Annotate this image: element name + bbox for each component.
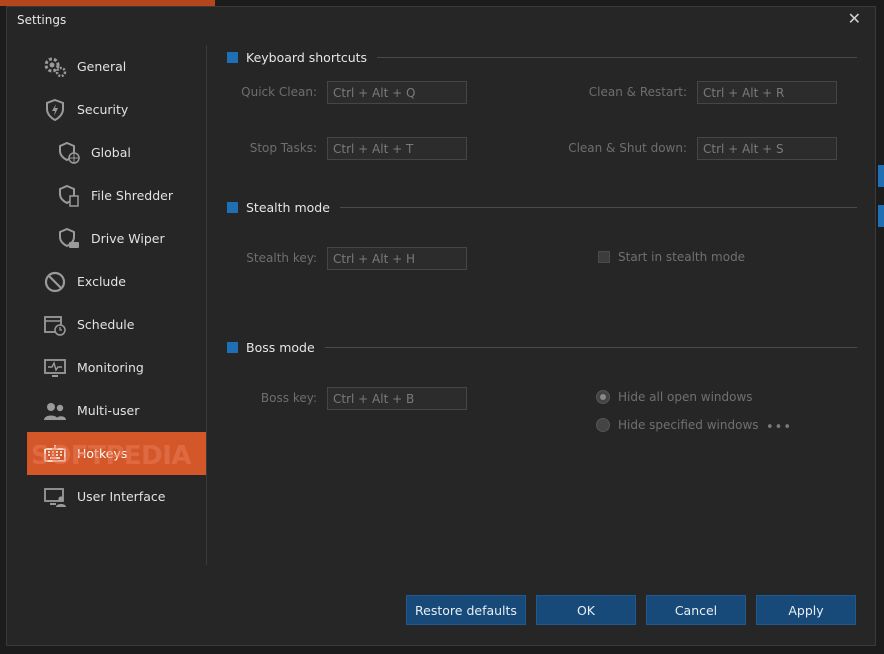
section-stealth-mode: Stealth mode: [227, 197, 857, 217]
hide-specified-windows-radio[interactable]: Hide specified windows: [596, 418, 759, 432]
section-title: Boss mode: [246, 339, 315, 355]
clean-shutdown-label: Clean & Shut down:: [568, 141, 687, 155]
sidebar-item-global[interactable]: Global: [27, 131, 207, 174]
sidebar-item-user-interface[interactable]: User Interface: [27, 475, 207, 518]
radio-dot: [596, 418, 610, 432]
section-title: Keyboard shortcuts: [246, 49, 368, 65]
gears-icon: [41, 53, 69, 81]
sidebar-item-drive-wiper[interactable]: Drive Wiper: [27, 217, 207, 260]
sidebar-item-label: Multi-user: [77, 403, 140, 418]
no-entry-icon: [41, 268, 69, 296]
stop-tasks-label: Stop Tasks:: [249, 141, 317, 155]
sidebar-item-label: File Shredder: [91, 188, 174, 203]
shield-globe-icon: [55, 139, 83, 167]
radio-label: Hide specified windows: [618, 418, 759, 432]
calendar-clock-icon: [41, 311, 69, 339]
close-icon[interactable]: ✕: [848, 9, 861, 28]
section-title: Stealth mode: [246, 199, 330, 215]
stealth-key-label: Stealth key:: [246, 251, 317, 265]
shield-drive-icon: [55, 225, 83, 253]
clean-shutdown-hotkey-field[interactable]: [697, 137, 837, 160]
monitor-user-icon: [41, 483, 69, 511]
sidebar: General Security Global File Shredder Dr…: [27, 45, 207, 518]
section-marker: [227, 51, 238, 63]
stealth-key-field[interactable]: [327, 247, 467, 270]
sidebar-divider: [206, 45, 207, 565]
sidebar-item-security[interactable]: Security: [27, 88, 207, 131]
more-options-button[interactable]: •••: [766, 420, 792, 435]
sidebar-item-exclude[interactable]: Exclude: [27, 260, 207, 303]
background-highlight: [878, 205, 884, 227]
hide-all-windows-radio[interactable]: Hide all open windows: [596, 390, 753, 404]
section-rule: [377, 56, 857, 58]
shield-bolt-icon: [41, 96, 69, 124]
keyboard-icon: [41, 440, 69, 468]
sidebar-item-label: Monitoring: [77, 360, 144, 375]
ok-button[interactable]: OK: [536, 595, 636, 625]
sidebar-item-general[interactable]: General: [27, 45, 207, 88]
sidebar-item-label: User Interface: [77, 489, 166, 504]
cancel-button[interactable]: Cancel: [646, 595, 746, 625]
start-in-stealth-checkbox[interactable]: Start in stealth mode: [598, 250, 745, 264]
section-rule: [324, 346, 857, 348]
checkbox-box: [598, 251, 610, 263]
radio-dot: [596, 390, 610, 404]
sidebar-item-label: Global: [91, 145, 131, 160]
sidebar-item-schedule[interactable]: Schedule: [27, 303, 207, 346]
users-icon: [41, 397, 69, 425]
sidebar-item-label: Security: [77, 102, 129, 117]
section-keyboard-shortcuts: Keyboard shortcuts: [227, 47, 857, 67]
sidebar-item-monitoring[interactable]: Monitoring: [27, 346, 207, 389]
sidebar-item-label: Exclude: [77, 274, 126, 289]
apply-button[interactable]: Apply: [756, 595, 856, 625]
background-highlight: [878, 165, 884, 187]
sidebar-item-label: Drive Wiper: [91, 231, 165, 246]
section-boss-mode: Boss mode: [227, 337, 857, 357]
sidebar-item-label: Hotkeys: [77, 446, 128, 461]
sidebar-item-multi-user[interactable]: Multi-user: [27, 389, 207, 432]
dialog-title: Settings: [17, 13, 67, 27]
sidebar-item-hotkeys[interactable]: Hotkeys: [27, 432, 207, 475]
sidebar-item-label: Schedule: [77, 317, 135, 332]
title-bar: Settings ✕: [7, 7, 875, 35]
monitor-pulse-icon: [41, 354, 69, 382]
quick-clean-label: Quick Clean:: [241, 85, 317, 99]
boss-key-label: Boss key:: [260, 391, 317, 405]
section-marker: [227, 201, 238, 213]
sidebar-item-file-shredder[interactable]: File Shredder: [27, 174, 207, 217]
section-rule: [339, 206, 857, 208]
checkbox-label: Start in stealth mode: [618, 250, 746, 264]
stop-tasks-hotkey-field[interactable]: [327, 137, 467, 160]
settings-dialog: Settings ✕ General Security Global File …: [6, 6, 876, 646]
shield-file-icon: [55, 182, 83, 210]
clean-restart-label: Clean & Restart:: [588, 85, 687, 99]
section-marker: [227, 341, 238, 353]
quick-clean-hotkey-field[interactable]: [327, 81, 467, 104]
boss-key-field[interactable]: [327, 387, 467, 410]
sidebar-item-label: General: [77, 59, 127, 74]
radio-label: Hide all open windows: [618, 390, 753, 404]
restore-defaults-button[interactable]: Restore defaults: [406, 595, 526, 625]
clean-restart-hotkey-field[interactable]: [697, 81, 837, 104]
